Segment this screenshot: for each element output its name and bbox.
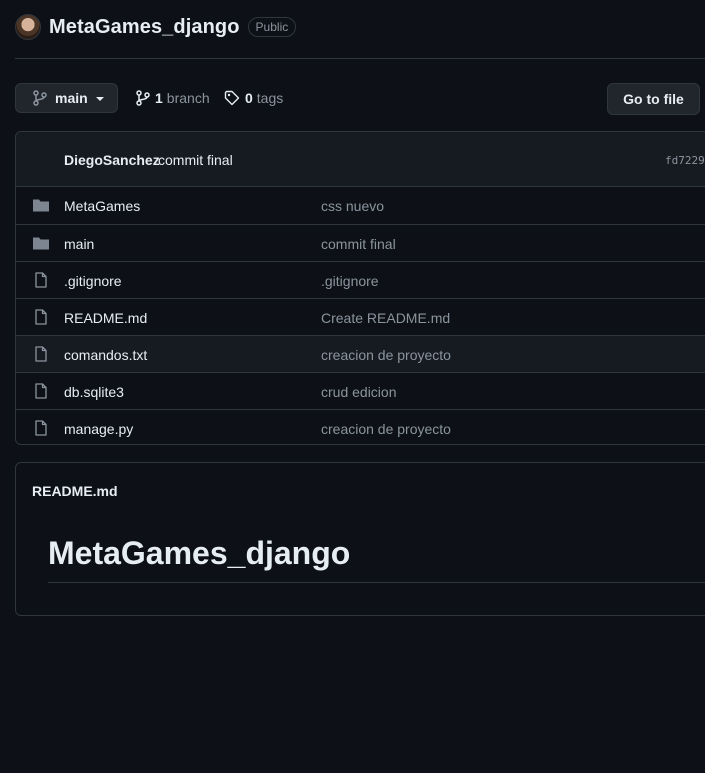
branch-count: 1	[155, 90, 163, 106]
file-row[interactable]: db.sqlite3 crud edicion	[16, 372, 705, 409]
file-row[interactable]: README.md Create README.md	[16, 298, 705, 335]
file-row[interactable]: comandos.txt creacion de proyecto	[16, 335, 705, 372]
git-branch-icon	[136, 90, 150, 106]
file-row[interactable]: main commit final	[16, 224, 705, 261]
file-row[interactable]: .gitignore .gitignore	[16, 261, 705, 298]
git-branch-icon	[33, 90, 47, 106]
latest-commit-bar: DiegoSanchez commit final fd72290	[16, 132, 705, 187]
tag-count: 0	[245, 90, 253, 106]
tags-link[interactable]: 0 tags	[224, 83, 283, 113]
chevron-down-icon	[95, 97, 104, 101]
tag-icon	[224, 90, 240, 106]
branch-name: main	[55, 90, 88, 106]
file-icon	[35, 346, 47, 362]
header-divider	[15, 58, 705, 59]
file-name[interactable]: comandos.txt	[64, 347, 147, 363]
repo-header: MetaGames_django Public	[15, 14, 297, 40]
file-row[interactable]: MetaGames css nuevo	[16, 187, 705, 224]
commit-author[interactable]: DiegoSanchez	[64, 152, 160, 168]
file-browser: DiegoSanchez commit final fd72290 MetaGa…	[15, 131, 705, 445]
file-name[interactable]: manage.py	[64, 421, 133, 437]
go-to-file-button[interactable]: Go to file	[607, 83, 700, 115]
branches-link[interactable]: 1 branch	[136, 83, 210, 113]
file-icon	[35, 272, 47, 288]
folder-icon	[33, 199, 49, 212]
readme-heading: MetaGames_django	[48, 535, 351, 571]
tag-word: tags	[256, 90, 284, 106]
file-icon	[35, 309, 47, 325]
file-name[interactable]: README.md	[64, 310, 147, 326]
commit-sha[interactable]: fd72290	[665, 154, 705, 167]
commit-message[interactable]: commit final	[158, 152, 233, 168]
file-commit-message[interactable]: .gitignore	[321, 273, 379, 289]
file-commit-message[interactable]: creacion de proyecto	[321, 347, 451, 363]
branch-select-button[interactable]: main	[15, 83, 118, 113]
readme-panel: README.md MetaGames_django	[15, 462, 705, 616]
repo-name[interactable]: MetaGames_django	[49, 16, 240, 39]
file-list: MetaGames css nuevo main commit final .gitig…	[16, 187, 705, 444]
file-commit-message[interactable]: crud edicion	[321, 384, 397, 400]
repo-toolbar: main 1 branch 0 tags Go to file	[15, 83, 705, 115]
file-commit-message[interactable]: creacion de proyecto	[321, 421, 451, 437]
file-commit-message[interactable]: commit final	[321, 236, 396, 252]
file-icon	[35, 420, 47, 436]
file-commit-message[interactable]: Create README.md	[321, 310, 450, 326]
file-name[interactable]: MetaGames	[64, 198, 140, 214]
file-name[interactable]: main	[64, 236, 94, 252]
branch-word: branch	[166, 90, 210, 106]
file-icon	[35, 383, 47, 399]
file-name[interactable]: .gitignore	[64, 273, 122, 289]
folder-icon	[33, 237, 49, 250]
file-row[interactable]: manage.py creacion de proyecto	[16, 409, 705, 444]
readme-heading-rule	[48, 582, 705, 583]
file-commit-message[interactable]: css nuevo	[321, 198, 384, 214]
visibility-badge: Public	[247, 17, 297, 37]
owner-avatar[interactable]	[15, 14, 41, 40]
readme-filename[interactable]: README.md	[32, 483, 118, 499]
file-name[interactable]: db.sqlite3	[64, 384, 124, 400]
